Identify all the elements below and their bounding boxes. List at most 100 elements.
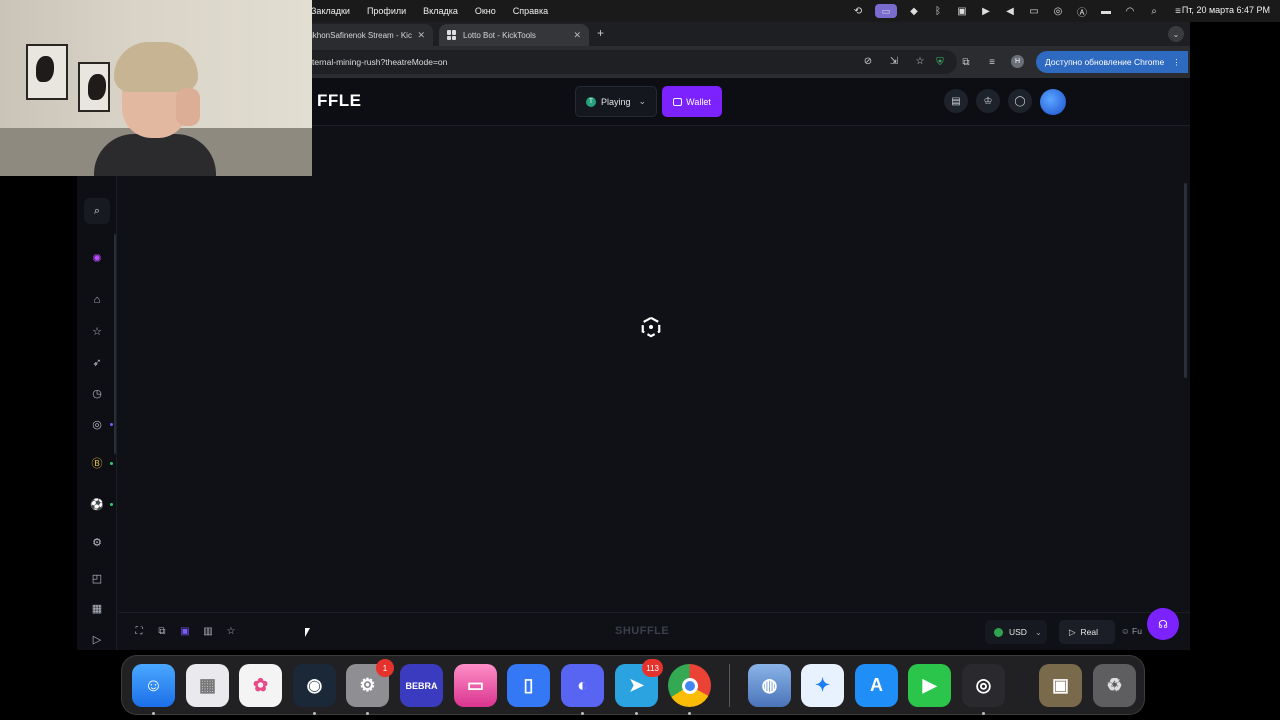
close-tab-icon[interactable]: ✕ [417, 30, 425, 41]
recent-clock-icon[interactable]: ◷ [87, 383, 107, 403]
bet-slip-icon[interactable]: ▤ [944, 89, 968, 113]
tab-favicon-icon [447, 30, 457, 40]
battery-icon[interactable]: ▬ [1099, 5, 1113, 17]
cleanmymac-icon[interactable]: ▭ [454, 664, 497, 707]
live-indicator-dot [110, 462, 113, 465]
settings-gear-icon[interactable]: ⚙ [87, 532, 107, 552]
app-store-icon[interactable]: A [855, 664, 898, 707]
bookmark-star-icon[interactable]: ☆ [913, 54, 927, 68]
wallet-label: Wallet [686, 96, 711, 107]
volume-icon[interactable]: ◀ [1003, 5, 1017, 17]
game-controls: ⛶ ⧉ ▣ ▥ ☆ [133, 625, 237, 637]
spotlight-icon[interactable]: ⌕ [1147, 5, 1161, 17]
tab-stream[interactable]: ikhonSafinenok Stream - Kic ✕ [303, 24, 433, 46]
gamepad-icon[interactable]: ◰ [87, 568, 107, 588]
home-icon[interactable]: ⌂ [87, 290, 107, 310]
site-logo[interactable]: FFLE [317, 91, 362, 111]
mouse-cursor [305, 628, 310, 637]
display-icon[interactable]: ▭ [1027, 5, 1041, 17]
game-footer: ⛶ ⧉ ▣ ▥ ☆ SHUFFLE USD ⌄ ▷ Real ☺ Fu [118, 612, 1190, 650]
steam-icon[interactable]: ◉ [293, 664, 336, 707]
menu-profiles[interactable]: Профили [367, 6, 406, 16]
obs-icon[interactable]: ◎ [962, 664, 1005, 707]
trash-icon[interactable]: ♻ [1093, 664, 1136, 707]
fun-mode-icon: ☺ [1121, 626, 1133, 636]
wallet-button[interactable]: Wallet [662, 86, 722, 117]
running-indicator [152, 712, 155, 715]
balance-dropdown[interactable]: T Playing ⌄ [575, 86, 657, 117]
install-app-icon[interactable]: ⇲ [887, 54, 901, 68]
camera-blocked-icon[interactable]: ⊘ [861, 54, 875, 68]
wifi-icon[interactable]: ◠ [1123, 5, 1137, 17]
fun-mode-label: Fu [1132, 626, 1142, 636]
menu-tab[interactable]: Вкладка [423, 6, 458, 16]
bluetooth-icon[interactable]: ᛒ [931, 5, 945, 17]
sidebar-scrollbar[interactable] [114, 234, 116, 454]
downloads-folder-icon[interactable]: ▣ [1039, 664, 1082, 707]
play-circle-icon[interactable]: ▷ [87, 629, 107, 649]
casino-chip-icon[interactable]: ✺ [87, 248, 107, 268]
shield-extension-icon[interactable]: ⛨ [933, 55, 947, 69]
extensions-puzzle-icon[interactable]: ⧉ [959, 55, 973, 69]
notification-badge: 113 [642, 659, 663, 677]
tab-lotto-bot[interactable]: Lotto Bot - KickTools ✕ [439, 24, 589, 46]
page-scrollbar[interactable] [1184, 183, 1187, 378]
favorite-star-icon[interactable]: ☆ [225, 625, 237, 637]
airdrop-icon[interactable]: ◎ [1051, 5, 1065, 17]
facetime-icon[interactable]: ▶ [908, 664, 951, 707]
sync-icon[interactable]: ⟲ [851, 5, 865, 17]
fullscreen-icon[interactable]: ⛶ [133, 625, 145, 637]
disk-utility-icon[interactable]: ◍ [748, 664, 791, 707]
chevron-down-icon: ⌄ [1034, 627, 1042, 637]
notification-icon[interactable]: ◆ [907, 5, 921, 17]
safari-icon[interactable]: ✦ [801, 664, 844, 707]
popout-icon[interactable]: ⧉ [156, 625, 168, 637]
system-settings-icon[interactable]: ⚙ 1 [346, 659, 394, 707]
discord-icon[interactable]: ◐ [561, 664, 604, 707]
tab-label: Lotto Bot - KickTools [463, 30, 536, 40]
launchpad-icon[interactable]: ▦ [186, 664, 229, 707]
search-icon[interactable]: ⌕ [84, 198, 110, 224]
new-indicator-dot [110, 423, 113, 426]
vpn-icon[interactable]: ▣ [955, 5, 969, 17]
currency-select[interactable]: USD ⌄ [985, 620, 1047, 644]
new-tab-icon[interactable]: + [597, 26, 604, 40]
bitcoin-icon[interactable]: Ⓑ [87, 453, 107, 473]
rocket-icon[interactable]: ➶ [87, 352, 107, 372]
screen-record-icon[interactable]: ▭ [875, 4, 897, 18]
menu-bookmarks[interactable]: Закладки [311, 6, 350, 16]
live-casino-icon[interactable]: ◎ [87, 414, 107, 434]
finder-icon[interactable]: ☺ [132, 664, 175, 707]
sports-ball-icon[interactable]: ⚽ [87, 494, 107, 514]
menu-window[interactable]: Окно [475, 6, 496, 16]
photos-icon[interactable]: ✿ [239, 664, 282, 707]
chat-icon[interactable]: ◯ [1008, 89, 1032, 113]
bebra-app-icon[interactable]: BEBRA [400, 664, 443, 707]
status-icons: ⟲ ▭ ◆ ᛒ ▣ ▶ ◀ ▭ ◎ Ⓐ ▬ ◠ ⌕ ≡ [851, 0, 1185, 22]
keyboard-layout-icon[interactable]: Ⓐ [1075, 5, 1089, 19]
wall-art [26, 44, 68, 100]
play-icon[interactable]: ▶ [979, 5, 993, 17]
menubar-clock[interactable]: Пт, 20 марта 6:47 PM [1182, 5, 1270, 15]
tab-search-icon[interactable]: ⌄ [1168, 26, 1184, 42]
chrome-update-button[interactable]: Доступно обновление Chrome ⋮ [1036, 51, 1188, 73]
user-avatar[interactable] [1040, 89, 1066, 115]
profile-avatar[interactable]: H [1011, 55, 1024, 68]
menu-help[interactable]: Справка [513, 6, 548, 16]
fun-mode-button[interactable]: ☺ Fu [1121, 626, 1142, 636]
stats-chart-icon[interactable]: ▥ [202, 625, 214, 637]
running-indicator [688, 712, 691, 715]
theatre-mode-icon[interactable]: ▣ [179, 625, 191, 637]
media-queue-icon[interactable]: ≡ [985, 55, 999, 69]
support-chat-button[interactable]: ☊ [1147, 608, 1179, 640]
chrome-icon[interactable] [668, 664, 711, 707]
vip-crown-icon[interactable]: ♔ [976, 89, 1000, 113]
real-mode-button[interactable]: ▷ Real [1059, 620, 1115, 644]
simulator-icon[interactable]: ▯ [507, 664, 550, 707]
running-indicator [982, 712, 985, 715]
telegram-icon[interactable]: ➤ 113 [615, 659, 663, 707]
favorites-star-icon[interactable]: ☆ [87, 321, 107, 341]
stack-icon[interactable]: ▦ [87, 598, 107, 618]
close-tab-icon[interactable]: ✕ [573, 30, 581, 41]
url-text[interactable]: ternal-mining-rush?theatreMode=on [312, 57, 447, 67]
